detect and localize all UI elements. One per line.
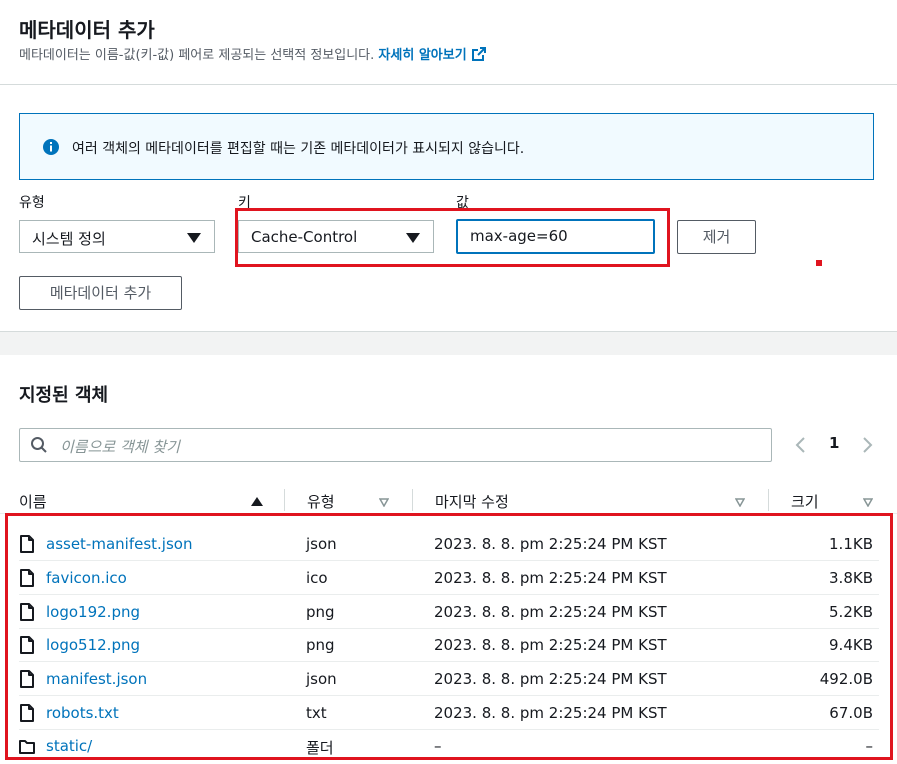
type-select-value: 시스템 정의	[32, 230, 106, 248]
search-input[interactable]: 이름으로 객체 찾기	[19, 428, 772, 462]
search-placeholder: 이름으로 객체 찾기	[60, 438, 180, 456]
sort-icon[interactable]	[863, 498, 873, 507]
column-header-modified[interactable]: 마지막 수정	[435, 491, 509, 512]
column-header-size[interactable]: 크기	[791, 491, 819, 512]
highlight-box-metadata	[235, 208, 670, 267]
column-divider	[768, 489, 769, 511]
chevron-left-icon[interactable]	[793, 436, 807, 454]
objects-panel: 지정된 객체 이름으로 객체 찾기 1 이름 유형 마지막 수정 크기 asse…	[0, 355, 897, 764]
type-select[interactable]: 시스템 정의	[19, 220, 215, 253]
panel-description: 메타데이터는 이름-값(키-값) 페어로 제공되는 선택적 정보입니다. 자세히…	[19, 44, 486, 63]
page-title: 메타데이터 추가	[19, 18, 155, 42]
external-link-icon	[471, 47, 486, 61]
column-header-name[interactable]: 이름	[19, 491, 47, 512]
type-label: 유형	[19, 195, 45, 211]
metadata-panel: 메타데이터 추가 메타데이터는 이름-값(키-값) 페어로 제공되는 선택적 정…	[0, 0, 897, 332]
page-number[interactable]: 1	[829, 434, 839, 452]
sort-icon[interactable]	[379, 498, 389, 507]
sort-icon[interactable]	[735, 498, 745, 507]
info-alert: 여러 객체의 메타데이터를 편집할 때는 기존 메타데이터가 표시되지 않습니다…	[19, 113, 874, 180]
objects-title: 지정된 객체	[19, 385, 109, 406]
red-dot-mark	[816, 260, 822, 266]
column-header-type[interactable]: 유형	[307, 491, 335, 512]
panel-header: 메타데이터 추가 메타데이터는 이름-값(키-값) 페어로 제공되는 선택적 정…	[0, 0, 897, 85]
caret-down-icon	[187, 233, 201, 243]
add-metadata-button[interactable]: 메타데이터 추가	[19, 276, 182, 310]
info-message: 여러 객체의 메타데이터를 편집할 때는 기존 메타데이터가 표시되지 않습니다…	[72, 141, 525, 157]
description-text: 메타데이터는 이름-값(키-값) 페어로 제공되는 선택적 정보입니다.	[19, 48, 375, 63]
learn-more-label: 자세히 알아보기	[378, 48, 467, 63]
chevron-right-icon[interactable]	[861, 436, 875, 454]
search-icon	[31, 437, 47, 453]
column-divider	[412, 489, 413, 511]
column-divider	[284, 489, 285, 511]
remove-button[interactable]: 제거	[677, 220, 756, 254]
highlight-box-objects	[5, 513, 893, 760]
learn-more-link[interactable]: 자세히 알아보기	[378, 47, 486, 63]
sort-ascending-icon[interactable]	[251, 497, 263, 506]
info-icon	[43, 139, 59, 155]
